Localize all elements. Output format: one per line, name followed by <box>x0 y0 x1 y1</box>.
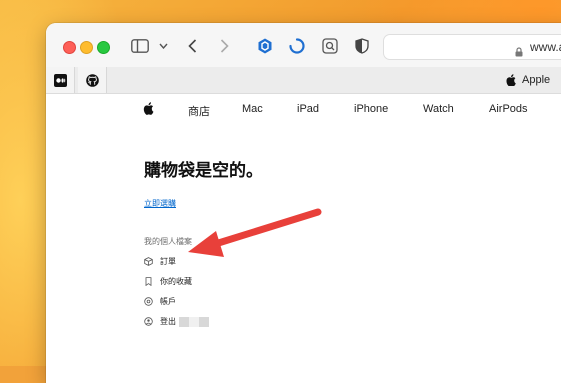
annotation-arrow-icon <box>188 208 322 257</box>
